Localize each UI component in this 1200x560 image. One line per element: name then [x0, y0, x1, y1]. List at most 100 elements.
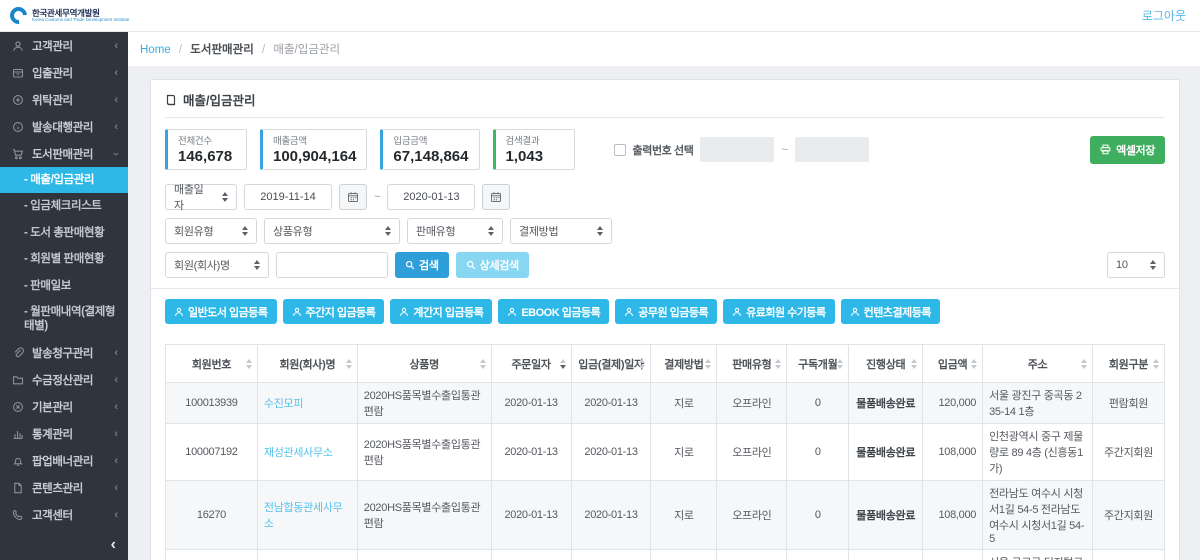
search-button[interactable]: 검색 [395, 252, 449, 278]
file-icon [12, 482, 24, 494]
column-header-회원번호[interactable]: 회원번호 [166, 345, 258, 383]
sort-icon[interactable] [346, 359, 352, 369]
register-button-일반도서 입금등록[interactable]: 일반도서 입금등록 [165, 299, 277, 324]
cell-product: 2020HS품목별수출입통관편람 [357, 481, 491, 550]
register-button-공무원 입금등록[interactable]: 공무원 입금등록 [615, 299, 717, 324]
sidebar-item-입출관리[interactable]: 입출관리 ‹ [0, 59, 128, 86]
sort-icon[interactable] [971, 359, 977, 369]
column-header-진행상태[interactable]: 진행상태 [849, 345, 923, 383]
stat-label: 전체건수 [178, 133, 236, 147]
calendar-from-button[interactable] [339, 184, 367, 210]
register-button-주간지 입금등록[interactable]: 주간지 입금등록 [283, 299, 385, 324]
cell-member_name[interactable]: 재성관세사무소 [257, 424, 357, 481]
sidebar-subitem-월판매내역(결제형태별)[interactable]: - 월판매내역(결제형태별) [0, 299, 128, 340]
stat-label: 검색결과 [506, 133, 564, 147]
sidebar-item-위탁관리[interactable]: 위탁관리 ‹ [0, 86, 128, 113]
column-header-회원구분[interactable]: 회원구분 [1092, 345, 1164, 383]
sidebar-item-고객관리[interactable]: 고객관리 ‹ [0, 32, 128, 59]
column-header-회원(회사)명[interactable]: 회원(회사)명 [257, 345, 357, 383]
column-header-입금액[interactable]: 입금액 [923, 345, 983, 383]
column-header-주소[interactable]: 주소 [983, 345, 1093, 383]
filter-select-결제방법[interactable]: 결제방법 [510, 218, 612, 244]
register-button-유료회원 수기등록[interactable]: 유료회원 수기등록 [723, 299, 835, 324]
print-range-from-input[interactable] [700, 137, 774, 162]
sidebar-subitem-입금체크리스트[interactable]: - 입금체크리스트 [0, 193, 128, 219]
chevron-icon: ‹ [114, 40, 118, 52]
sidebar-item-발송청구관리[interactable]: 발송청구관리 ‹ [0, 340, 128, 367]
person-icon [732, 307, 742, 317]
search-icon [405, 260, 415, 270]
cell-payment_method: 지로 [651, 481, 717, 550]
filter-select-판매유형[interactable]: 판매유형 [407, 218, 503, 244]
cell-subscription_months: 0 [787, 424, 849, 481]
logout-link[interactable]: 로그아웃 [1142, 7, 1186, 24]
register-button-EBOOK 입금등록[interactable]: EBOOK 입금등록 [498, 299, 609, 324]
info-circle-icon [12, 120, 25, 133]
column-header-상품명[interactable]: 상품명 [357, 345, 491, 383]
sidebar-item-고객센터[interactable]: 고객센터 ‹ [0, 502, 128, 529]
sort-icon[interactable] [1153, 359, 1159, 369]
cell-subscription_months: 0 [787, 383, 849, 424]
column-header-입금(결제)일자[interactable]: 입금(결제)일자 [571, 345, 651, 383]
member-name-link[interactable]: 수진모피 [264, 398, 303, 410]
section-divider [151, 288, 1179, 289]
paperclip-icon [12, 347, 25, 360]
date-field-select[interactable]: 매출일자 [165, 184, 237, 210]
column-header-결제방법[interactable]: 결제방법 [651, 345, 717, 383]
column-header-판매유형[interactable]: 판매유형 [717, 345, 787, 383]
filter-select-상품유형[interactable]: 상품유형 [264, 218, 400, 244]
table-row: 2005009505(주)성우인터컴2020HS품목별수출입통관편람2020-0… [166, 550, 1165, 560]
sidebar-item-콘텐츠관리[interactable]: 콘텐츠관리 ‹ [0, 475, 128, 502]
cell-status: 물품배송완료 [849, 383, 923, 424]
breadcrumb-section[interactable]: 도서판매관리 [190, 44, 253, 56]
sort-icon[interactable] [639, 359, 645, 369]
sort-icon[interactable] [775, 359, 781, 369]
page-size-select[interactable]: 10 [1107, 252, 1165, 278]
sidebar-item-팝업배너관리[interactable]: 팝업배너관리 ‹ [0, 448, 128, 475]
detail-search-button[interactable]: 상세검색 [456, 252, 529, 278]
excel-save-button[interactable]: 엑셀저장 [1090, 136, 1165, 164]
cell-sale_type: 오프라인 [717, 481, 787, 550]
breadcrumb: Home / 도서판매관리 / 매출/입금관리 [128, 32, 1200, 66]
register-button-컨텐츠결제등록[interactable]: 컨텐츠결제등록 [841, 299, 940, 324]
sidebar-item-도서판매관리[interactable]: 도서판매관리 ‹ [0, 140, 128, 167]
search-icon [466, 260, 476, 270]
calendar-to-button[interactable] [482, 184, 510, 210]
member-name-link[interactable]: 재성관세사무소 [264, 447, 333, 459]
member-name-link[interactable]: 전남합동관세사무소 [264, 502, 343, 530]
sort-icon[interactable] [560, 359, 566, 369]
circle-x-icon [12, 401, 24, 413]
column-header-주문일자[interactable]: 주문일자 [491, 345, 571, 383]
sidebar-collapse-button[interactable]: ‹ [111, 536, 116, 554]
sort-icon[interactable] [911, 359, 917, 369]
sidebar-item-기본관리[interactable]: 기본관리 ‹ [0, 394, 128, 421]
sidebar-subitem-도서 총판매현황[interactable]: - 도서 총판매현황 [0, 220, 128, 246]
sort-icon[interactable] [480, 359, 486, 369]
print-range-to-input[interactable] [795, 137, 869, 162]
date-to-input[interactable] [387, 184, 475, 210]
sidebar-item-통계관리[interactable]: 통계관리 ‹ [0, 421, 128, 448]
cell-member_no: 100007192 [166, 424, 258, 481]
breadcrumb-home[interactable]: Home [140, 44, 171, 56]
member-name-field-select[interactable]: 회원(회사)명 [165, 252, 269, 278]
sidebar-item-발송대행관리[interactable]: 발송대행관리 ‹ [0, 113, 128, 140]
sidebar-subitem-매출/입금관리[interactable]: - 매출/입금관리 [0, 167, 128, 193]
sort-icon[interactable] [837, 359, 843, 369]
sort-icon[interactable] [1081, 359, 1087, 369]
cell-member_name[interactable]: 전남합동관세사무소 [257, 481, 357, 550]
sidebar-item-수금정산관리[interactable]: 수금정산관리 ‹ [0, 367, 128, 394]
app-logo[interactable]: 한국관세무역개발원 Korea Customs and Trade Develo… [10, 7, 129, 24]
filter-select-회원유형[interactable]: 회원유형 [165, 218, 257, 244]
cell-member_name[interactable]: (주)성우인터컴 [257, 550, 357, 560]
date-from-input[interactable] [244, 184, 332, 210]
sort-icon[interactable] [705, 359, 711, 369]
cell-address: 인천광역시 중구 제물량로 89 4층 (신흥동1가) [983, 424, 1093, 481]
member-name-search-input[interactable] [276, 252, 388, 278]
print-range-checkbox[interactable] [614, 144, 626, 156]
column-header-구독개월[interactable]: 구독개월 [787, 345, 849, 383]
sort-icon[interactable] [246, 359, 252, 369]
sidebar-subitem-판매일보[interactable]: - 판매일보 [0, 273, 128, 299]
register-button-계간지 입금등록[interactable]: 계간지 입금등록 [390, 299, 492, 324]
cell-member_name[interactable]: 수진모피 [257, 383, 357, 424]
sidebar-subitem-회원별 판매현황[interactable]: - 회원별 판매현황 [0, 246, 128, 272]
